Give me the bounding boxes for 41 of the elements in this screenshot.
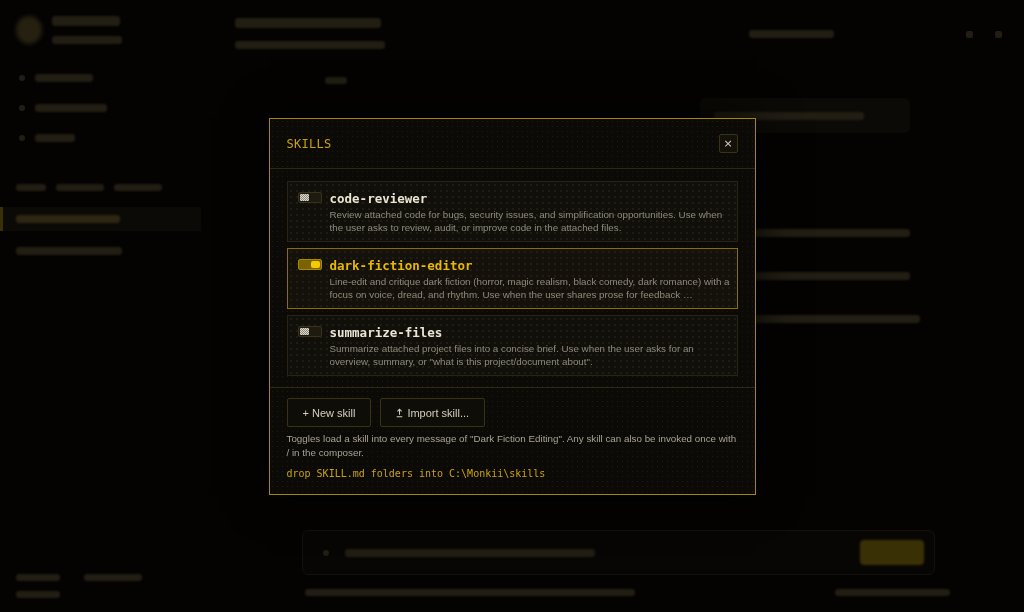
blurred-text [325,77,347,84]
blurred-text [16,574,60,581]
dot-icon [19,75,25,81]
close-button[interactable]: × [718,134,738,153]
skill-name: dark-fiction-editor [329,258,474,273]
skill-description: Line-edit and critique dark fiction (horror, magic realism, black comedy, dark romance) with a focus on voice, dread, and rhythm. Use when the user shares prose for feedback … [329,275,731,301]
help-text: Toggles load a skill into every message of "Dark Fiction Editing". Any skill can also be invoked once with / in the composer. [286,432,738,460]
toggle-switch[interactable] [297,326,322,337]
skill-card[interactable]: summarize-files Summarize attached project files into a concise brief. Use when the user asks for an overview, summary, or "what is this project/document about". [286,315,738,376]
blurred-text [52,16,120,26]
blurred-icon[interactable] [995,30,1002,38]
send-button[interactable] [860,540,924,565]
dot-icon [323,549,329,556]
blurred-icon[interactable] [966,30,973,38]
dialog-title: SKILLS [286,136,332,151]
skill-name: summarize-files [329,325,444,340]
upload-icon [396,407,404,418]
skill-card[interactable]: code-reviewer Review attached code for bugs, security issues, and simplification opportunities. Use when the user asks to review, audit, or improve code in the attached files. [286,181,738,242]
skill-description: Review attached code for bugs, security issues, and simplification opportunities. Use when the user asks to review, audit, or improve code in the attached files. [329,208,724,234]
dot-icon [19,105,25,111]
blurred-text [16,591,60,598]
import-skill-button[interactable]: Import skill... [380,398,486,427]
sidebar-item-highlight[interactable] [0,207,201,231]
blurred-text [35,74,93,82]
blurred-text [114,184,162,191]
toggle-switch[interactable] [297,192,322,203]
blurred-text [35,134,75,142]
new-skill-button[interactable]: + New skill [286,398,372,427]
blurred-text [52,36,122,44]
blurred-text [56,184,104,191]
message-field[interactable] [302,530,935,575]
dot-icon [19,135,25,141]
skill-description: Summarize attached project files into a concise brief. Use when the user asks for an overview, summary, or "what is this project/document about". [329,342,695,368]
skill-card[interactable]: dark-fiction-editor Line-edit and critique dark fiction (horror, magic realism, black comedy, dark romance) with a focus on voice, dread, and rhythm. Use when the user shares prose for feedback … [286,248,738,309]
folder-path-hint: drop SKILL.md folders into C:\Monkii\skills [286,467,547,480]
blurred-text [84,574,142,581]
blurred-text [35,104,107,112]
blurred-text [16,184,46,191]
logo-icon [16,16,42,44]
toggle-switch[interactable] [297,259,322,270]
skill-name: code-reviewer [329,191,429,206]
